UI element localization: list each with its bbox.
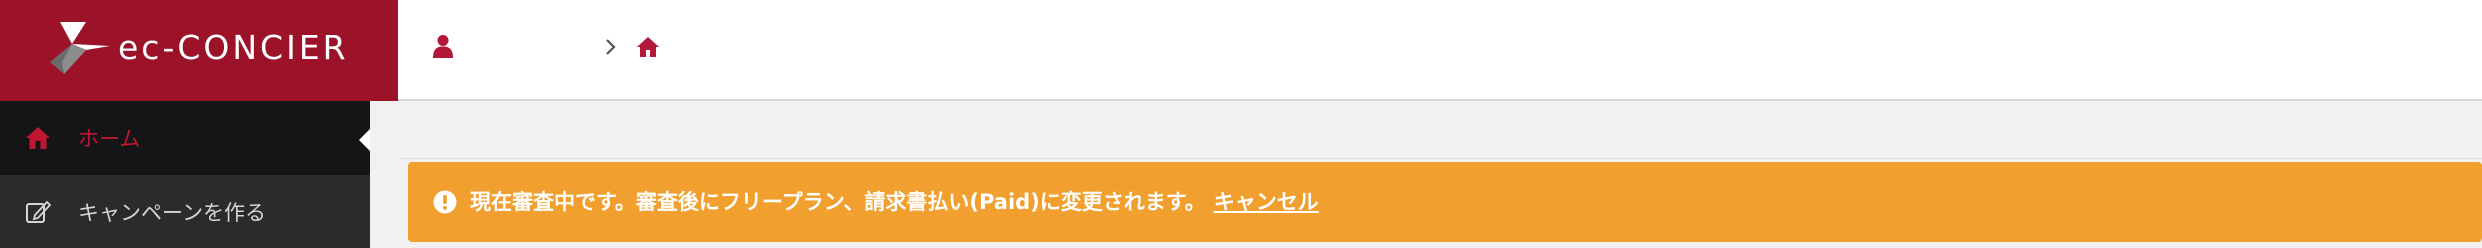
review-status-alert: 現在審査中です。審査後にフリープラン、請求書払い(Paid)に変更されます。 キャ… bbox=[408, 162, 2482, 242]
cancel-link[interactable]: キャンセル bbox=[1214, 190, 1319, 214]
exclamation-circle-icon bbox=[433, 190, 457, 214]
alert-message: 現在審査中です。審査後にフリープラン、請求書払い(Paid)に変更されます。 キャ… bbox=[470, 162, 1319, 242]
home-icon[interactable] bbox=[636, 36, 660, 58]
sidebar-item-label: ホーム bbox=[78, 127, 141, 151]
edit-icon bbox=[26, 200, 51, 223]
top-header: ec-CONCIER bbox=[0, 0, 2482, 101]
sidebar: ホーム キャンペーンを作る bbox=[0, 101, 370, 248]
logo-text: ec-CONCIER bbox=[118, 28, 349, 67]
logo[interactable]: ec-CONCIER bbox=[0, 0, 398, 101]
user-icon[interactable] bbox=[432, 34, 454, 58]
sidebar-item-label: キャンペーンを作る bbox=[78, 201, 266, 225]
chevron-right-icon bbox=[606, 39, 616, 55]
page: ec-CONCIER ホーム キャンペーンを作る 現在審査中です。審査後にフリー… bbox=[0, 0, 2482, 248]
active-indicator bbox=[359, 129, 370, 151]
alert-message-text: 現在審査中です。審査後にフリープラン、請求書払い(Paid)に変更されます。 bbox=[470, 190, 1206, 214]
content-divider bbox=[400, 158, 2482, 159]
sidebar-item-create-campaign[interactable]: キャンペーンを作る bbox=[0, 175, 370, 248]
home-icon bbox=[26, 127, 50, 149]
logo-mark-icon bbox=[50, 22, 110, 74]
sidebar-item-home[interactable]: ホーム bbox=[0, 101, 370, 175]
